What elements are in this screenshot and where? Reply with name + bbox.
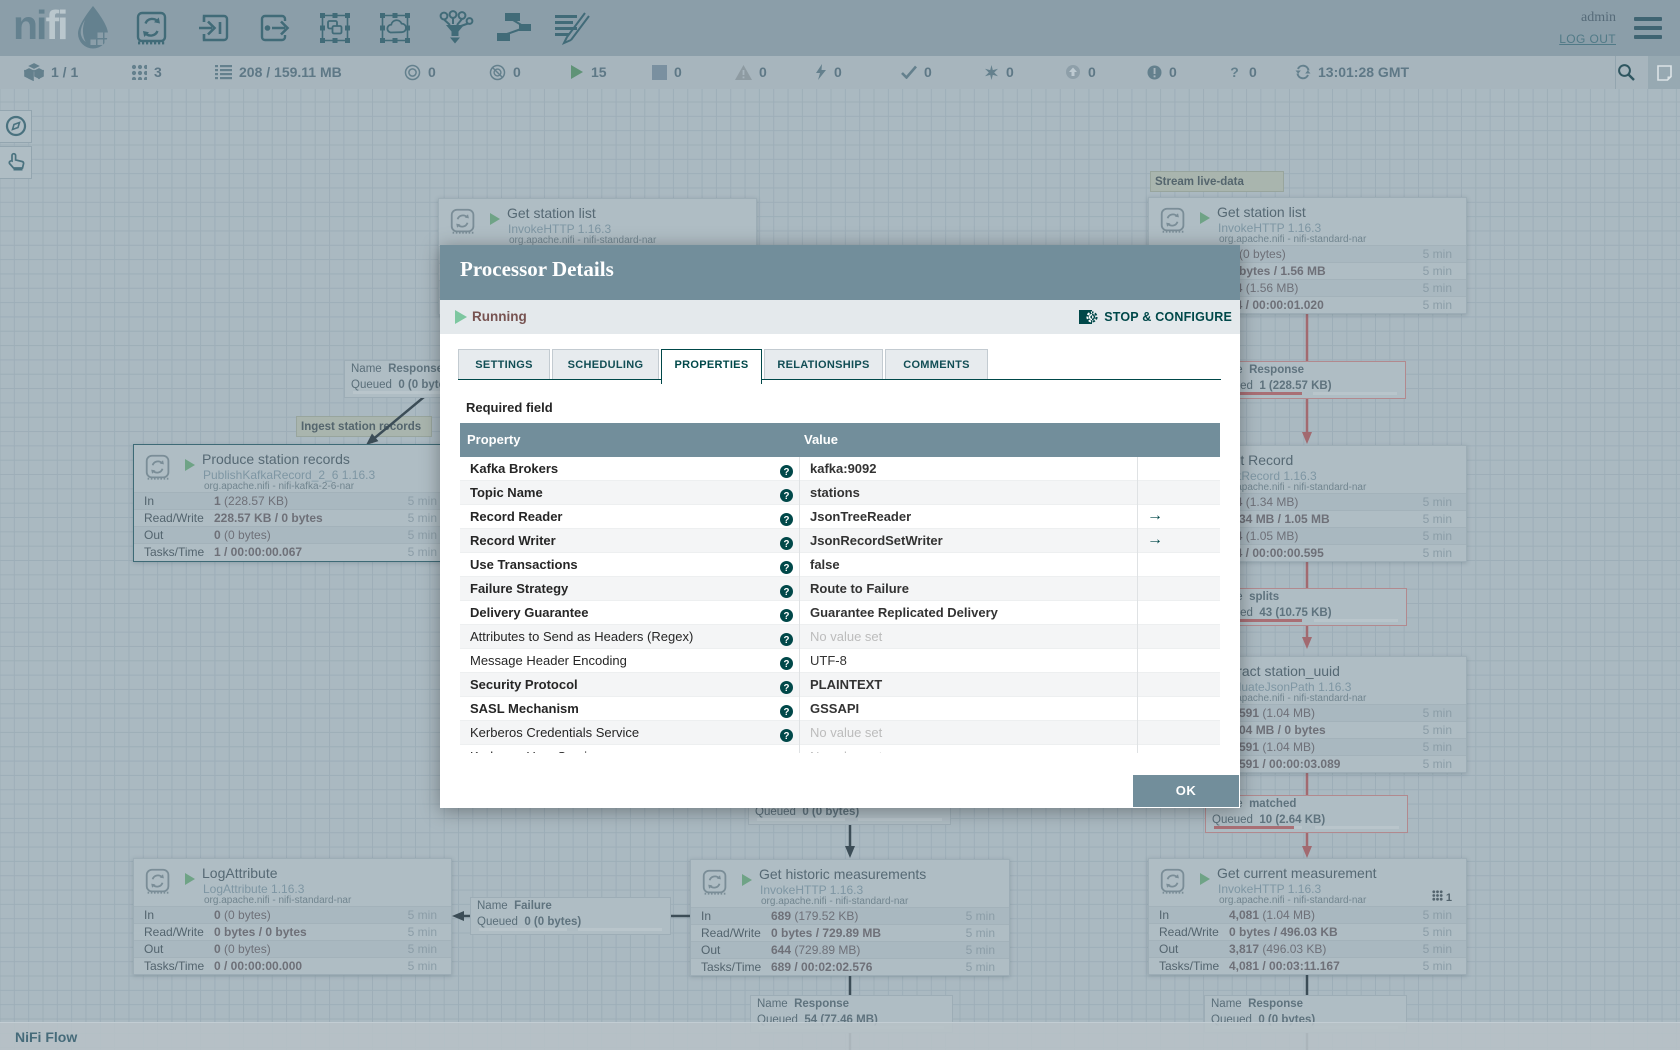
svg-text:?: ? [784, 491, 790, 502]
svg-text:?: ? [784, 683, 790, 694]
svg-text:?: ? [784, 659, 790, 670]
svg-text:?: ? [784, 587, 790, 598]
svg-text:?: ? [784, 707, 790, 718]
svg-text:?: ? [784, 539, 790, 550]
svg-text:?: ? [1230, 65, 1239, 80]
svg-text:?: ? [784, 731, 790, 742]
svg-text:?: ? [784, 611, 790, 622]
svg-text:?: ? [784, 635, 790, 646]
svg-text:?: ? [784, 515, 790, 526]
svg-text:?: ? [784, 563, 790, 574]
svg-text:?: ? [784, 467, 790, 478]
